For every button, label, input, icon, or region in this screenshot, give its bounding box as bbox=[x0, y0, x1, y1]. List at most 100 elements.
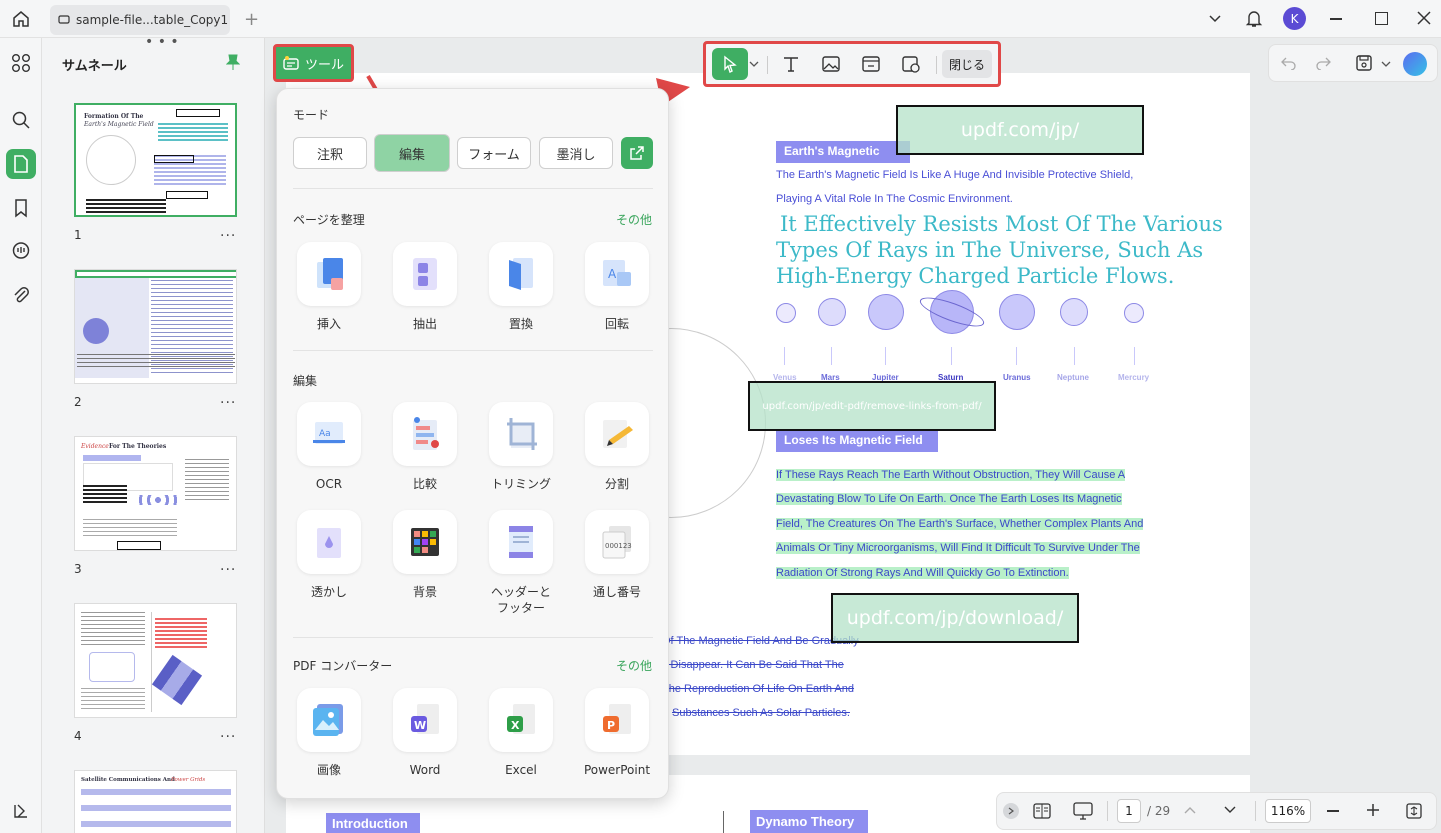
home-icon[interactable] bbox=[11, 9, 31, 29]
tools-button[interactable]: ツール bbox=[273, 44, 354, 82]
redo-icon[interactable] bbox=[1315, 56, 1331, 70]
thumbnail-page[interactable] bbox=[74, 603, 237, 718]
ocr-tool[interactable]: Aa OCR bbox=[281, 402, 377, 492]
compare-icon bbox=[393, 402, 457, 466]
fit-page-icon[interactable] bbox=[1405, 802, 1423, 820]
avatar[interactable]: K bbox=[1283, 7, 1306, 30]
tools-popup: モード 注釈 編集 フォーム 墨消し ページを整理 その他 挿入 抽出 置換 A… bbox=[276, 88, 669, 799]
chevron-down-icon[interactable] bbox=[1381, 60, 1391, 68]
header-footer-tool[interactable]: ヘッダーと フッター bbox=[473, 510, 569, 616]
watermark-tool[interactable]: 透かし bbox=[281, 510, 377, 600]
page-total: / 29 bbox=[1147, 804, 1171, 818]
previous-page-icon[interactable] bbox=[1183, 805, 1197, 815]
mode-form-button[interactable]: フォーム bbox=[457, 137, 531, 169]
ai-assistant-icon[interactable] bbox=[1403, 52, 1427, 76]
edit-toolbar: 閉じる bbox=[703, 41, 1001, 87]
thumbnail-page[interactable] bbox=[74, 269, 237, 384]
planet-venus bbox=[776, 303, 796, 323]
two-page-view-icon[interactable] bbox=[1033, 803, 1051, 819]
organize-more-link[interactable]: その他 bbox=[616, 211, 652, 228]
page-number: 4 bbox=[74, 729, 82, 743]
mode-redact-button[interactable]: 墨消し bbox=[539, 137, 613, 169]
search-icon[interactable] bbox=[6, 105, 36, 135]
add-shape-button[interactable] bbox=[893, 48, 929, 80]
crop-tool[interactable]: トリミング bbox=[473, 402, 569, 492]
mode-edit-button[interactable]: 編集 bbox=[374, 134, 450, 172]
presentation-icon[interactable] bbox=[1073, 802, 1093, 820]
comment-icon bbox=[58, 15, 70, 24]
convert-more-link[interactable]: その他 bbox=[616, 657, 652, 674]
thumbnail-page[interactable]: Formation Of The Earth's Magnetic Field bbox=[74, 103, 237, 217]
convert-excel-tool[interactable]: X Excel bbox=[473, 688, 569, 778]
comments-icon[interactable] bbox=[6, 236, 36, 266]
highlight-quote: It Effectively Resists Most Of The Vario… bbox=[776, 212, 1223, 288]
convert-word-tool[interactable]: W Word bbox=[377, 688, 473, 778]
open-external-button[interactable] bbox=[621, 137, 653, 169]
attachment-icon[interactable] bbox=[6, 280, 36, 310]
close-edit-button[interactable]: 閉じる bbox=[942, 50, 992, 78]
mode-annotate-button[interactable]: 注釈 bbox=[293, 137, 367, 169]
convert-powerpoint-tool[interactable]: P PowerPoint bbox=[569, 688, 665, 778]
minimize-icon[interactable] bbox=[1330, 18, 1342, 20]
zoom-out-icon[interactable] bbox=[1327, 810, 1339, 812]
document-tab[interactable]: sample-file...table_Copy1 bbox=[50, 5, 230, 35]
svg-text:W: W bbox=[414, 719, 426, 732]
grid-icon[interactable] bbox=[6, 48, 36, 78]
planet-uranus bbox=[999, 294, 1035, 330]
expand-icon[interactable] bbox=[1003, 803, 1019, 819]
chevron-down-icon[interactable] bbox=[749, 60, 759, 68]
rotate-tool[interactable]: A 回転 bbox=[569, 242, 665, 332]
watermark: updf.com/jp/download/ bbox=[831, 593, 1079, 643]
page-more-icon[interactable]: ... bbox=[220, 391, 236, 407]
compare-tool[interactable]: 比較 bbox=[377, 402, 473, 492]
save-icon[interactable] bbox=[1355, 54, 1373, 72]
add-link-button[interactable] bbox=[853, 48, 889, 80]
split-tool[interactable]: 分割 bbox=[569, 402, 665, 492]
thumbnail-icon[interactable] bbox=[6, 149, 36, 179]
insert-tool[interactable]: 挿入 bbox=[281, 242, 377, 332]
rotate-icon: A bbox=[585, 242, 649, 306]
pin-icon[interactable] bbox=[226, 53, 240, 71]
next-page-icon[interactable] bbox=[1223, 805, 1237, 815]
header-footer-icon bbox=[489, 510, 553, 574]
left-rail bbox=[0, 38, 42, 833]
bookmark-icon[interactable] bbox=[6, 193, 36, 223]
planet-mercury bbox=[1124, 303, 1144, 323]
convert-image-tool[interactable]: 画像 bbox=[281, 688, 377, 778]
image-convert-icon bbox=[297, 688, 361, 752]
background-tool[interactable]: 背景 bbox=[377, 510, 473, 600]
layers-icon[interactable] bbox=[6, 796, 36, 826]
bell-icon[interactable] bbox=[1245, 9, 1263, 29]
new-tab-icon[interactable]: + bbox=[244, 9, 259, 30]
tab-title: sample-file...table_Copy1 bbox=[76, 13, 229, 27]
page-more-icon[interactable]: ... bbox=[220, 558, 236, 574]
page-more-icon[interactable]: ... bbox=[220, 224, 236, 240]
replace-tool[interactable]: 置換 bbox=[473, 242, 569, 332]
thumbnail-page[interactable]: Evidence For The Theories bbox=[74, 436, 237, 551]
external-link-icon bbox=[630, 146, 644, 160]
select-tool-button[interactable] bbox=[712, 48, 748, 80]
close-window-icon[interactable] bbox=[1416, 10, 1432, 26]
svg-text:A: A bbox=[608, 267, 617, 281]
page-more-icon[interactable]: ... bbox=[220, 725, 236, 741]
highlighted-paragraph: If These Rays Reach The Earth Without Ob… bbox=[776, 469, 1144, 579]
drag-handle-icon[interactable]: • • • bbox=[145, 34, 179, 50]
page-number-input[interactable]: 1 bbox=[1117, 799, 1141, 823]
powerpoint-icon: P bbox=[585, 688, 649, 752]
zoom-input[interactable]: 116% bbox=[1265, 799, 1311, 823]
extract-tool[interactable]: 抽出 bbox=[377, 242, 473, 332]
add-text-button[interactable] bbox=[773, 48, 809, 80]
section-heading: Dynamo Theory bbox=[750, 810, 868, 833]
chevron-down-icon[interactable] bbox=[1208, 11, 1222, 25]
ocr-icon: Aa bbox=[297, 402, 361, 466]
bates-number-tool[interactable]: 000123 通し番号 bbox=[569, 510, 665, 600]
thumbnail-page[interactable]: Satellite Communications And Power Grids bbox=[74, 770, 237, 833]
undo-icon[interactable] bbox=[1281, 56, 1297, 70]
add-image-button[interactable] bbox=[813, 48, 849, 80]
crop-icon bbox=[489, 402, 553, 466]
strikethrough-paragraph: Of The Magnetic Field And Be Gradually y… bbox=[662, 635, 859, 719]
paragraph-line: The Earth's Magnetic Field Is Like A Hug… bbox=[776, 169, 1134, 181]
zoom-in-icon[interactable] bbox=[1365, 802, 1381, 818]
maximize-icon[interactable] bbox=[1375, 12, 1388, 25]
watermark-icon bbox=[297, 510, 361, 574]
